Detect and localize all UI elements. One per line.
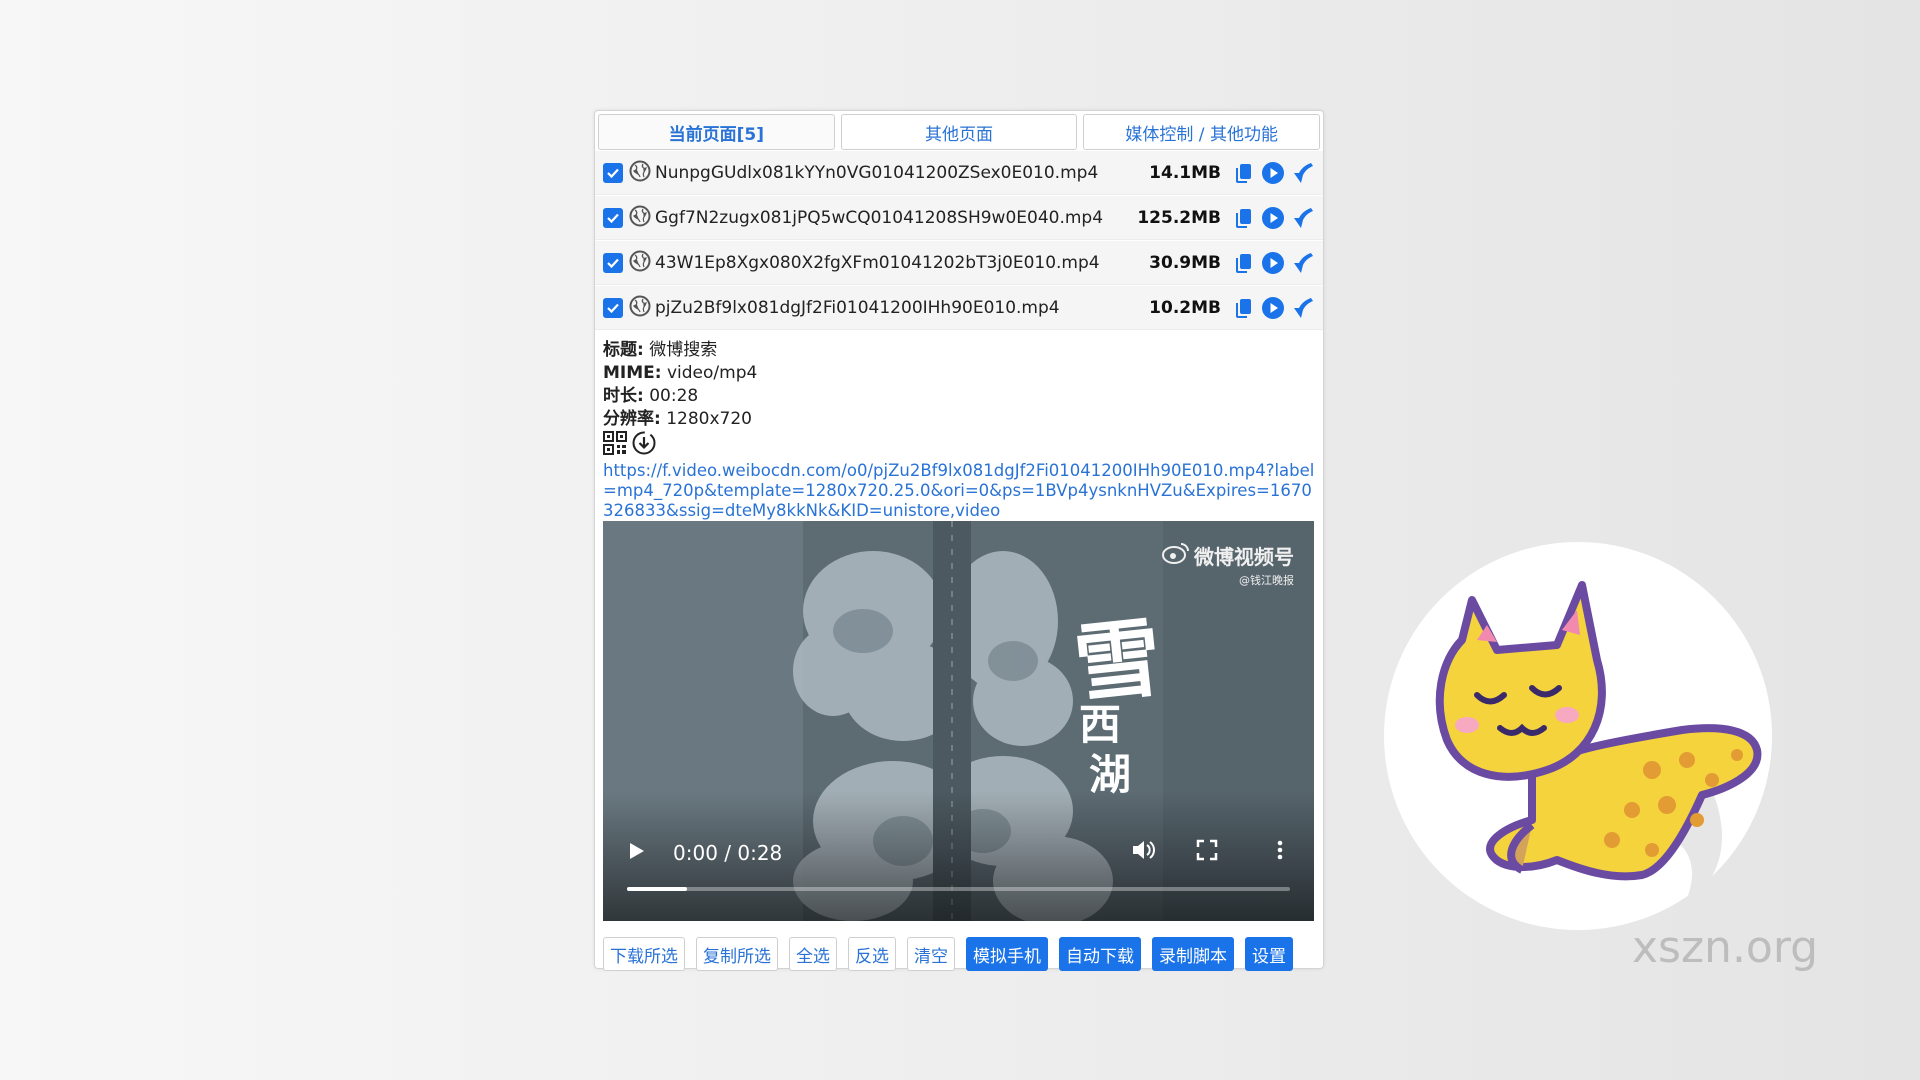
select-all-button[interactable]: 全选: [789, 937, 837, 971]
download-selected-button[interactable]: 下载所选: [603, 937, 685, 971]
settings-button[interactable]: 设置: [1245, 937, 1293, 971]
video-player[interactable]: 雪 西 湖 微博视频号 @钱江晚报 0:00 / 0:28: [603, 521, 1314, 921]
file-name[interactable]: 43W1Ep8Xgx080X2fgXFm01041202bT3j0E010.mp…: [655, 253, 1149, 273]
download-icon[interactable]: [1291, 296, 1315, 320]
video-time: 0:00 / 0:28: [673, 841, 783, 865]
action-bar: 下载所选 复制所选 全选 反选 清空 模拟手机 自动下载 录制脚本 设置: [595, 937, 1323, 971]
globe-icon: [629, 250, 651, 276]
file-size: 14.1MB: [1149, 162, 1221, 183]
file-row[interactable]: Ggf7N2zugx081jPQ5wCQ01041208SH9w0E040.mp…: [595, 196, 1323, 240]
file-row[interactable]: NunpgGUdlx081kYYn0VG01041200ZSex0E010.mp…: [595, 151, 1323, 195]
file-name[interactable]: pjZu2Bf9lx081dgJf2Fi01041200IHh90E010.mp…: [655, 298, 1149, 318]
more-options-icon[interactable]: [1276, 839, 1284, 865]
file-list: NunpgGUdlx081kYYn0VG01041200ZSex0E010.mp…: [595, 151, 1323, 330]
copy-icon[interactable]: [1233, 252, 1255, 274]
video-progress-bar[interactable]: [627, 887, 1290, 891]
fullscreen-icon[interactable]: [1196, 839, 1218, 865]
select-checkbox[interactable]: [603, 162, 623, 183]
info-title: 标题: 微博搜索: [603, 340, 718, 360]
video-watermark: 微博视频号 @钱江晚报: [1162, 541, 1294, 588]
weibo-logo-icon: [1162, 542, 1190, 569]
record-script-button[interactable]: 录制脚本: [1152, 937, 1234, 971]
select-checkbox[interactable]: [603, 252, 623, 273]
download-icon[interactable]: [1291, 161, 1315, 185]
globe-icon: [629, 205, 651, 231]
tab-media-control[interactable]: 媒体控制 / 其他功能: [1083, 114, 1321, 150]
cat-sticker-logo: [1382, 540, 1774, 932]
info-resolution: 分辨率: 1280x720: [603, 409, 752, 429]
globe-icon: [629, 295, 651, 321]
auto-download-button[interactable]: 自动下载: [1059, 937, 1141, 971]
video-progress-fill: [627, 887, 687, 891]
file-name[interactable]: Ggf7N2zugx081jPQ5wCQ01041208SH9w0E040.mp…: [655, 208, 1137, 228]
copy-icon[interactable]: [1233, 297, 1255, 319]
play-icon[interactable]: [1261, 161, 1285, 185]
file-size: 10.2MB: [1149, 297, 1221, 318]
file-size: 30.9MB: [1149, 252, 1221, 273]
download-icon[interactable]: [1291, 251, 1315, 275]
extension-popup: 当前页面[5] 其他页面 媒体控制 / 其他功能 NunpgGUdlx081kY…: [594, 110, 1324, 971]
video-controls: 0:00 / 0:28: [603, 791, 1314, 921]
download-circle-icon[interactable]: [631, 430, 657, 463]
file-row[interactable]: 43W1Ep8Xgx080X2fgXFm01041202bT3j0E010.mp…: [595, 241, 1323, 285]
select-checkbox[interactable]: [603, 297, 623, 318]
media-info: 标题: 微博搜索 MIME: video/mp4 时长: 00:28 分辨率: …: [595, 331, 1323, 521]
info-duration: 时长: 00:28: [603, 386, 699, 406]
info-actions: [603, 430, 1315, 462]
play-icon[interactable]: [1261, 206, 1285, 230]
clear-button[interactable]: 清空: [907, 937, 955, 971]
tab-other-pages[interactable]: 其他页面: [840, 114, 1078, 150]
site-watermark: xszn.org: [1632, 922, 1819, 973]
qrcode-icon[interactable]: [603, 430, 627, 462]
media-url-link[interactable]: https://f.video.weibocdn.com/o0/pjZu2Bf9…: [603, 461, 1315, 521]
play-icon[interactable]: [625, 840, 647, 866]
play-icon[interactable]: [1261, 296, 1285, 320]
download-icon[interactable]: [1291, 206, 1315, 230]
mobile-emulate-button[interactable]: 模拟手机: [966, 937, 1048, 971]
globe-icon: [629, 160, 651, 186]
info-mime: MIME: video/mp4: [603, 363, 758, 383]
file-row[interactable]: pjZu2Bf9lx081dgJf2Fi01041200IHh90E010.mp…: [595, 286, 1323, 330]
file-size: 125.2MB: [1137, 207, 1221, 228]
watermark-sub-text: @钱江晚报: [1239, 574, 1294, 587]
file-name[interactable]: NunpgGUdlx081kYYn0VG01041200ZSex0E010.mp…: [655, 163, 1149, 183]
tab-current-page[interactable]: 当前页面[5]: [598, 114, 835, 150]
copy-icon[interactable]: [1233, 207, 1255, 229]
invert-selection-button[interactable]: 反选: [848, 937, 896, 971]
volume-icon[interactable]: [1130, 837, 1156, 867]
play-icon[interactable]: [1261, 251, 1285, 275]
watermark-main-text: 微博视频号: [1194, 545, 1294, 569]
copy-selected-button[interactable]: 复制所选: [696, 937, 778, 971]
select-checkbox[interactable]: [603, 207, 623, 228]
copy-icon[interactable]: [1233, 162, 1255, 184]
tab-bar: 当前页面[5] 其他页面 媒体控制 / 其他功能: [595, 111, 1323, 150]
